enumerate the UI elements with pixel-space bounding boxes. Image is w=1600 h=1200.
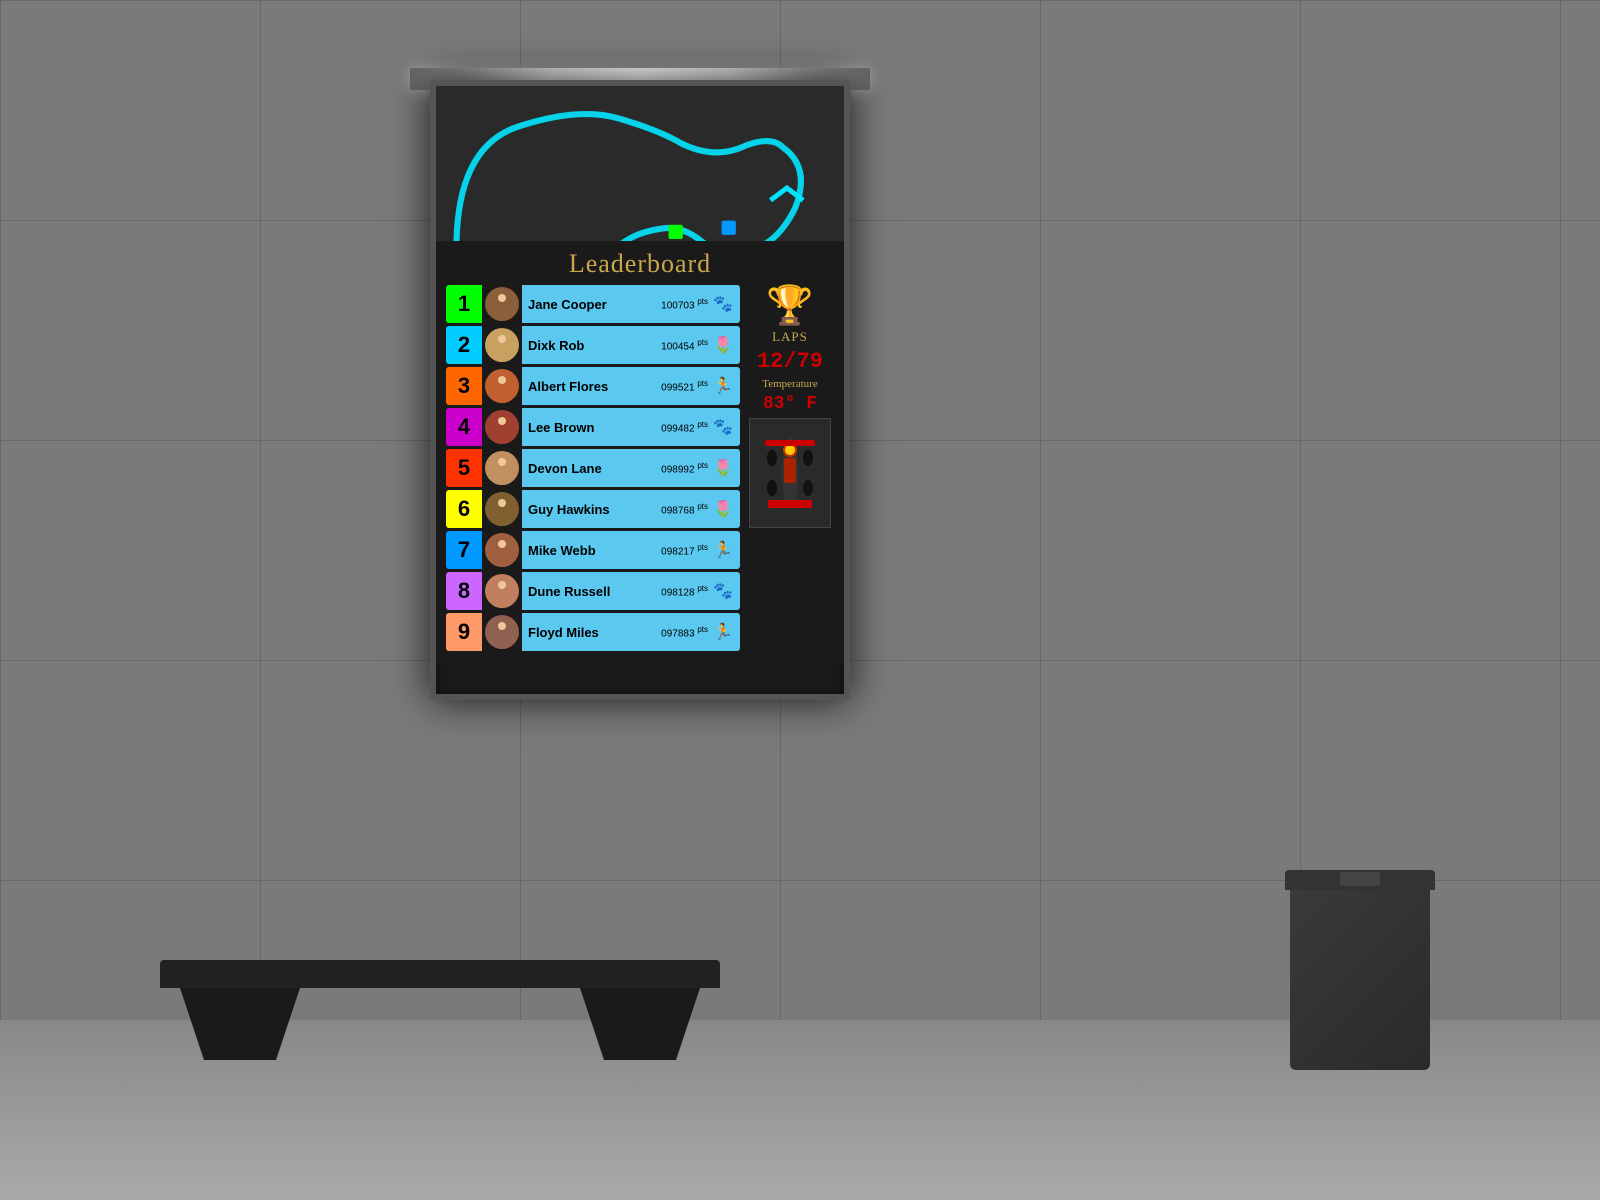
pos-badge-5: 5 [446,449,482,487]
right-panel: 🏆 LAPS 12/79 Temperature 83° F [746,285,834,654]
driver-pts-2: 100454 pts [661,338,708,352]
trash-lid [1285,870,1435,890]
driver-info-2: Dixk Rob 100454 pts 🌷 [522,326,740,364]
track-svg [436,86,844,241]
pos-badge-8: 8 [446,572,482,610]
driver-avatar-7 [485,533,519,567]
driver-pts-4: 099482 pts [661,420,708,434]
driver-avatar-6 [485,492,519,526]
pos-badge-2: 2 [446,326,482,364]
driver-info-8: Dune Russell 098128 pts 🐾 [522,572,740,610]
trash-handle [1340,872,1380,886]
driver-icon-5: 🌷 [712,458,734,478]
driver-row-2: 2 Dixk Rob 100454 pts 🌷 [446,326,740,364]
driver-info-4: Lee Brown 099482 pts 🐾 [522,408,740,446]
driver-info-1: Jane Cooper 100703 pts 🐾 [522,285,740,323]
driver-info-5: Devon Lane 098992 pts 🌷 [522,449,740,487]
driver-icon-4: 🐾 [712,417,734,437]
driver-avatar-8 [485,574,519,608]
driver-name-9: Floyd Miles [528,625,661,640]
driver-info-9: Floyd Miles 097883 pts 🏃 [522,613,740,651]
pos-badge-4: 4 [446,408,482,446]
bench-leg-left [180,988,300,1060]
temp-label: Temperature [762,378,817,390]
driver-avatar-9 [485,615,519,649]
leaderboard-title: Leaderboard [446,241,834,285]
pos-badge-7: 7 [446,531,482,569]
driver-icon-8: 🐾 [712,581,734,601]
bench-seat [160,960,720,988]
trash-body [1290,890,1430,1070]
laps-value: 12/79 [757,349,823,374]
driver-pts-3: 099521 pts [661,379,708,393]
driver-name-4: Lee Brown [528,420,661,435]
driver-row-7: 7 Mike Webb 098217 pts 🏃 [446,531,740,569]
laps-label: LAPS [772,329,808,345]
car-image [749,418,831,528]
pos-badge-1: 1 [446,285,482,323]
trash-can [1290,870,1430,1070]
driver-avatar-4 [485,410,519,444]
driver-avatar-2 [485,328,519,362]
driver-name-5: Devon Lane [528,461,661,476]
driver-name-8: Dune Russell [528,584,661,599]
driver-row-9: 9 Floyd Miles 097883 pts 🏃 [446,613,740,651]
driver-icon-7: 🏃 [712,540,734,560]
drivers-list: 1 Jane Cooper 100703 pts 🐾 2 [446,285,740,654]
driver-name-6: Guy Hawkins [528,502,661,517]
driver-row-3: 3 Albert Flores 099521 pts 🏃 [446,367,740,405]
driver-avatar-1 [485,287,519,321]
pos-badge-6: 6 [446,490,482,528]
driver-pts-5: 098992 pts [661,461,708,475]
driver-info-6: Guy Hawkins 098768 pts 🌷 [522,490,740,528]
driver-name-7: Mike Webb [528,543,661,558]
leaderboard-section: Leaderboard 1 Jane Cooper 100703 pts 🐾 2 [436,241,844,664]
driver-name-3: Albert Flores [528,379,661,394]
driver-name-1: Jane Cooper [528,297,661,312]
driver-info-7: Mike Webb 098217 pts 🏃 [522,531,740,569]
pos-badge-3: 3 [446,367,482,405]
driver-row-8: 8 Dune Russell 098128 pts 🐾 [446,572,740,610]
driver-avatar-5 [485,451,519,485]
leaderboard-grid: 1 Jane Cooper 100703 pts 🐾 2 [446,285,834,654]
driver-pts-9: 097883 pts [661,625,708,639]
display-frame: Leaderboard 1 Jane Cooper 100703 pts 🐾 2 [430,80,850,700]
driver-icon-3: 🏃 [712,376,734,396]
bench-leg-right [580,988,700,1060]
trophy-icon: 🏆 [766,287,813,325]
driver-icon-6: 🌷 [712,499,734,519]
driver-icon-1: 🐾 [712,294,734,314]
driver-icon-9: 🏃 [712,622,734,642]
bench [160,960,720,1060]
driver-pts-6: 098768 pts [661,502,708,516]
driver-icon-2: 🌷 [712,335,734,355]
pos-badge-9: 9 [446,613,482,651]
track-section [436,86,844,241]
driver-pts-1: 100703 pts [661,297,708,311]
driver-row-6: 6 Guy Hawkins 098768 pts 🌷 [446,490,740,528]
driver-pts-7: 098217 pts [661,543,708,557]
driver-info-3: Albert Flores 099521 pts 🏃 [522,367,740,405]
driver-row-5: 5 Devon Lane 098992 pts 🌷 [446,449,740,487]
driver-name-2: Dixk Rob [528,338,661,353]
temp-value: 83° F [763,394,817,414]
driver-row-1: 1 Jane Cooper 100703 pts 🐾 [446,285,740,323]
driver-avatar-3 [485,369,519,403]
driver-pts-8: 098128 pts [661,584,708,598]
driver-row-4: 4 Lee Brown 099482 pts 🐾 [446,408,740,446]
